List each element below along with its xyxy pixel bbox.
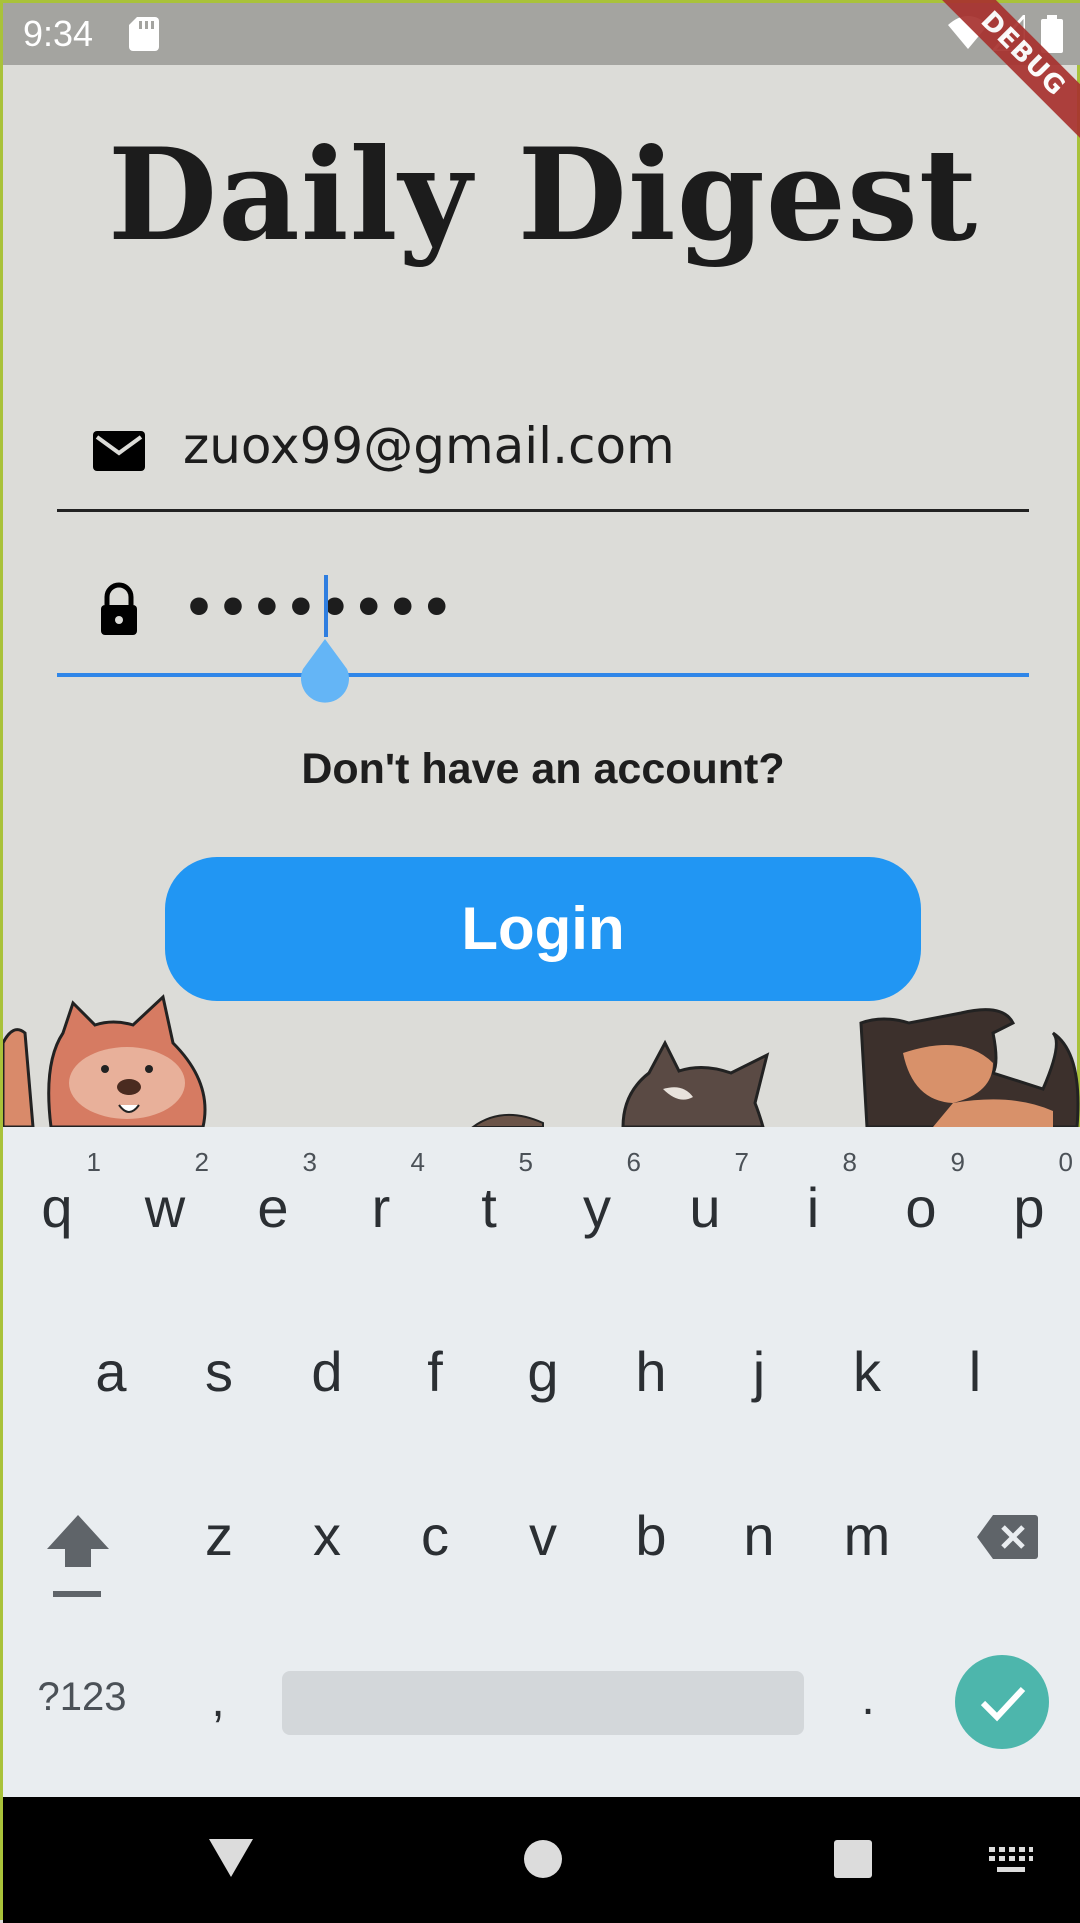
key-v[interactable]: v: [499, 1503, 587, 1568]
key-b[interactable]: b: [607, 1503, 695, 1568]
key-a[interactable]: a: [67, 1339, 155, 1404]
signup-link[interactable]: Don't have an account?: [3, 745, 1080, 794]
shiba-dog-icon: [3, 994, 207, 1127]
checkmark-icon: [980, 1686, 1026, 1722]
email-icon: [93, 431, 145, 471]
back-icon[interactable]: [209, 1839, 253, 1879]
login-button[interactable]: Login: [165, 857, 921, 1001]
key-n[interactable]: n: [715, 1503, 803, 1568]
key-r[interactable]: 4r: [337, 1147, 425, 1240]
key-hint: 7: [734, 1147, 749, 1177]
key-c[interactable]: c: [391, 1503, 479, 1568]
sd-card-icon: [129, 17, 159, 51]
key-hint: 8: [842, 1147, 857, 1177]
brown-dog-icon: [859, 1008, 1080, 1127]
key-label: t: [481, 1176, 497, 1239]
key-q[interactable]: 1q: [13, 1147, 101, 1240]
enter-key[interactable]: [955, 1655, 1049, 1749]
key-hint: 9: [950, 1147, 965, 1177]
symbols-key[interactable]: ?123: [27, 1675, 137, 1720]
key-label: i: [806, 1176, 820, 1239]
home-icon[interactable]: [523, 1839, 563, 1879]
key-h[interactable]: h: [607, 1339, 695, 1404]
key-z[interactable]: z: [175, 1503, 263, 1568]
lock-icon: [101, 582, 137, 635]
key-j[interactable]: j: [715, 1339, 803, 1404]
keyboard-icon[interactable]: [989, 1847, 1033, 1875]
text-cursor: [324, 575, 328, 637]
key-hint: 3: [302, 1147, 317, 1177]
key-hint: 4: [410, 1147, 425, 1177]
key-label: y: [583, 1176, 611, 1239]
key-label: r: [371, 1176, 391, 1239]
key-k[interactable]: k: [823, 1339, 911, 1404]
key-hint: 5: [518, 1147, 533, 1177]
period-key[interactable]: .: [843, 1671, 893, 1726]
key-g[interactable]: g: [499, 1339, 587, 1404]
key-label: q: [41, 1176, 73, 1239]
comma-key[interactable]: ,: [193, 1673, 243, 1728]
key-f[interactable]: f: [391, 1339, 479, 1404]
key-t[interactable]: 5t: [445, 1147, 533, 1240]
key-l[interactable]: l: [931, 1339, 1019, 1404]
key-x[interactable]: x: [283, 1503, 371, 1568]
key-s[interactable]: s: [175, 1339, 263, 1404]
space-bar[interactable]: [282, 1671, 804, 1735]
key-u[interactable]: 7u: [661, 1147, 749, 1240]
key-label: p: [1013, 1176, 1045, 1239]
key-o[interactable]: 9o: [877, 1147, 965, 1240]
key-hint: 6: [626, 1147, 641, 1177]
key-d[interactable]: d: [283, 1339, 371, 1404]
backspace-icon[interactable]: [975, 1513, 1039, 1561]
key-m[interactable]: m: [823, 1503, 911, 1568]
key-y[interactable]: 6y: [553, 1147, 641, 1240]
key-label: o: [905, 1176, 937, 1239]
key-i[interactable]: 8i: [769, 1147, 857, 1240]
key-p[interactable]: 0p: [985, 1147, 1073, 1240]
battery-icon: [1041, 15, 1063, 53]
key-hint: 2: [194, 1147, 209, 1177]
status-time: 9:34: [23, 13, 94, 54]
email-value[interactable]: zuox99@gmail.com: [183, 417, 675, 475]
dark-dog-icon: [621, 1039, 770, 1127]
key-w[interactable]: 2w: [121, 1147, 209, 1240]
nav-bar: [3, 1797, 1080, 1923]
password-value[interactable]: ••••••••: [183, 579, 455, 637]
key-hint: 0: [1058, 1147, 1073, 1177]
key-hint: 1: [86, 1147, 101, 1177]
status-bar: 9:34 DEBUG: [3, 0, 1080, 146]
recents-icon[interactable]: [833, 1839, 873, 1879]
key-label: w: [144, 1176, 186, 1239]
key-e[interactable]: 3e: [229, 1147, 317, 1240]
email-field[interactable]: zuox99@gmail.com: [57, 403, 1029, 512]
shift-icon[interactable]: [43, 1511, 113, 1601]
app-title: Daily Digest: [107, 121, 979, 269]
key-label: e: [257, 1176, 289, 1239]
password-field[interactable]: ••••••••: [57, 563, 1029, 703]
dogs-illustration: [3, 994, 1080, 1127]
cursor-handle-icon[interactable]: [295, 639, 355, 705]
dog-ear-icon: [471, 1113, 544, 1127]
key-label: u: [689, 1176, 721, 1239]
